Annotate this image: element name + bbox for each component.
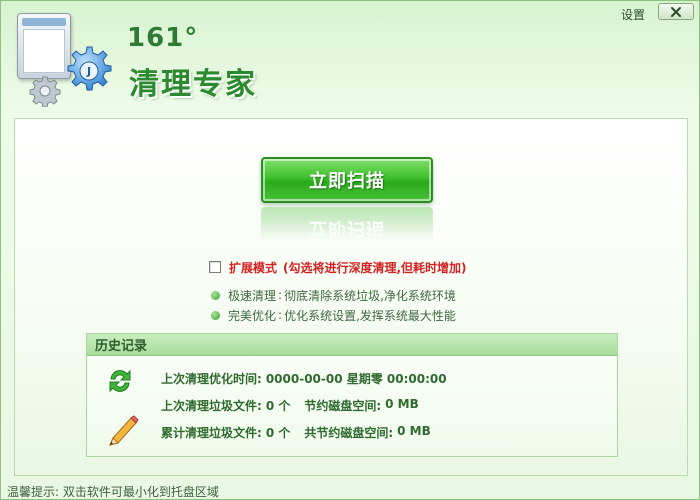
small-gear-icon <box>29 76 61 107</box>
feature-fast-clean: 极速清理 : 彻底清除系统垃圾,净化系统环境 <box>211 287 456 303</box>
scan-button-reflection-label: 立即扫描 <box>261 207 433 241</box>
footer-tip: 温馨提示: 双击软件可最小化到托盘区域 <box>7 485 219 499</box>
history-total-row: 累计清理垃圾文件: 0 个 共节约磁盘空间: 0 MB <box>161 424 431 441</box>
extended-mode-checkbox[interactable] <box>209 261 221 273</box>
feature-name: 完美优化 <box>228 308 277 323</box>
extended-mode-description: (勾选将进行深度清理,但耗时增加) <box>283 260 467 275</box>
feature-perfect-optimize: 完美优化 : 优化系统设置,发挥系统最大性能 <box>211 307 456 323</box>
last-space-label: 节约磁盘空间: <box>304 399 382 413</box>
last-files-label: 上次清理垃圾文件: <box>161 399 262 413</box>
last-space-value: 0 MB <box>385 397 419 411</box>
history-title: 历史记录 <box>87 334 617 356</box>
settings-link[interactable]: 设置 <box>621 6 645 23</box>
total-space-value: 0 MB <box>397 424 431 438</box>
app-window: J 161° 清理专家 设置 立即扫描 立即扫描 扩展模式 (勾选将进行深度清理… <box>0 0 700 500</box>
bullet-icon <box>211 310 220 320</box>
bullet-icon <box>211 290 220 300</box>
last-time-label: 上次清理优化时间: <box>161 372 262 386</box>
scan-now-button[interactable]: 立即扫描 <box>261 157 433 203</box>
header: J 161° 清理专家 设置 <box>1 1 699 113</box>
feature-desc: 优化系统设置,发挥系统最大性能 <box>284 308 456 323</box>
last-files-value: 0 个 <box>265 399 291 413</box>
gear-icon: J <box>67 46 112 91</box>
feature-name: 极速清理 <box>228 288 277 303</box>
extended-mode-label: 扩展模式 <box>229 260 278 275</box>
last-time-value: 0000-00-00 星期零 00:00:00 <box>265 372 447 386</box>
main-panel: 立即扫描 立即扫描 扩展模式 (勾选将进行深度清理,但耗时增加) 极速清理 : … <box>14 118 688 476</box>
brand-name: 清理专家 <box>129 67 257 102</box>
pencil-icon <box>109 415 139 446</box>
brand-number: 161° <box>127 23 199 53</box>
scan-button-reflection: 立即扫描 <box>261 207 433 241</box>
total-space-label: 共节约磁盘空间: <box>304 426 394 440</box>
history-last-files-row: 上次清理垃圾文件: 0 个 节约磁盘空间: 0 MB <box>161 397 419 414</box>
svg-text:J: J <box>86 65 91 78</box>
feature-desc: 彻底清除系统垃圾,净化系统环境 <box>284 288 456 303</box>
history-last-time-row: 上次清理优化时间: 0000-00-00 星期零 00:00:00 <box>161 370 447 387</box>
history-panel: 历史记录 上次清理优化时间: 0000-00-00 星期零 00:00:00 上… <box>86 333 618 457</box>
close-icon <box>671 6 681 17</box>
extended-mode-row: 扩展模式 (勾选将进行深度清理,但耗时增加) <box>209 259 467 275</box>
close-button[interactable] <box>658 3 694 20</box>
total-files-label: 累计清理垃圾文件: <box>161 426 262 440</box>
total-files-value: 0 个 <box>265 426 291 440</box>
refresh-icon <box>109 369 131 393</box>
